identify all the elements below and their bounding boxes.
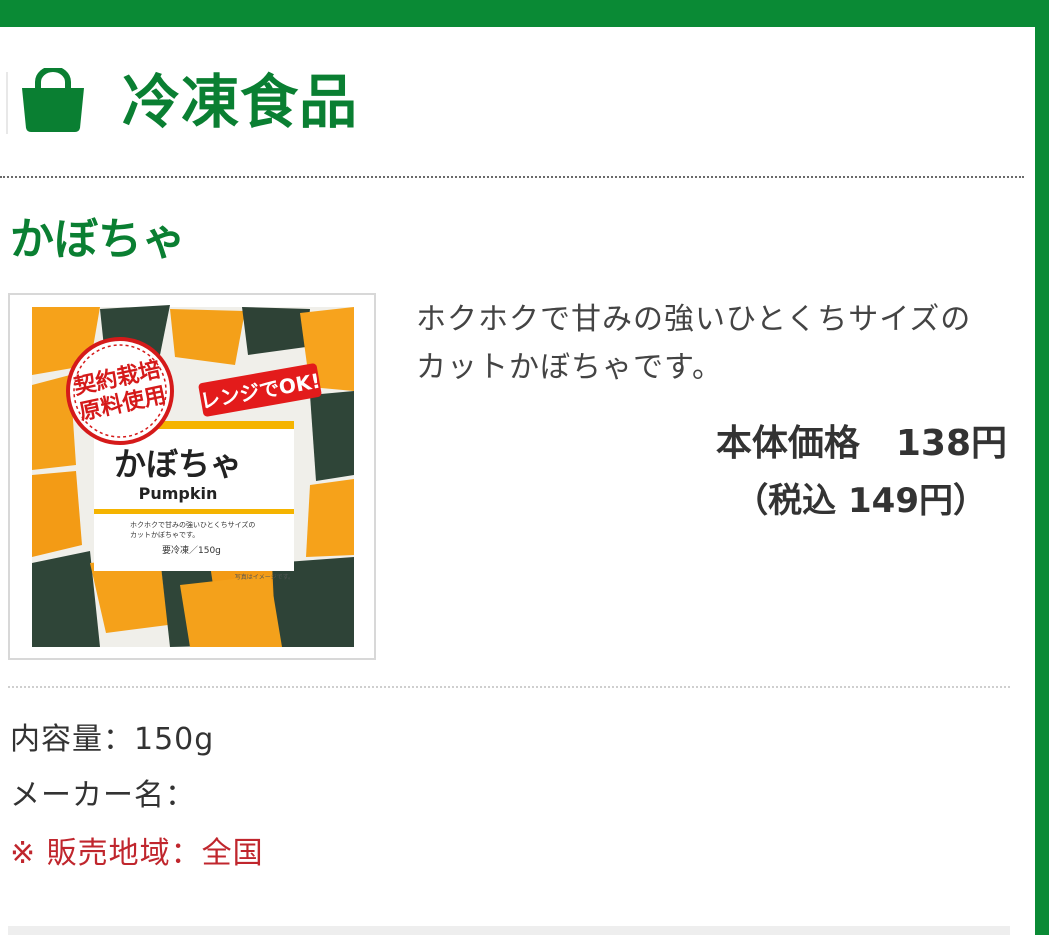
spec-maker-name: メーカー名： [10, 778, 196, 813]
spec-divider [8, 686, 1010, 688]
spec-content-amount: 内容量：150g [10, 722, 215, 757]
description-line-2: カットかぼちゃです。 [416, 350, 723, 385]
price-main: 本体価格 138円 [715, 423, 1007, 464]
package-weight: 要冷凍／150g [162, 544, 221, 556]
product-name: かぼちゃ [10, 214, 186, 265]
price-tax-included: （税込 149円） [734, 481, 987, 521]
header-divider [0, 176, 1024, 178]
product-image: かぼちゃ Pumpkin ホクホクで甘みの強いひとくちサイズの カットかぼちゃで… [8, 293, 376, 660]
package-name-ja: かぼちゃ [114, 445, 242, 483]
description-line-1: ホクホクで甘みの強いひとくちサイズの [416, 302, 972, 337]
right-green-bar [1035, 27, 1049, 935]
package-tagline-line1: ホクホクで甘みの強いひとくちサイズの [130, 520, 255, 529]
top-green-bar [0, 0, 1049, 27]
product-description: ホクホクで甘みの強いひとくちサイズの カットかぼちゃです。 [416, 296, 1016, 392]
spec-sales-area: ※ 販売地域：全国 [10, 836, 264, 871]
category-header: 冷凍食品 [0, 62, 1030, 152]
header-edge-divider [6, 72, 8, 134]
shopping-bag-icon [22, 68, 84, 132]
next-section-strip [8, 926, 1010, 935]
package-note: 写真はイメージです。 [235, 573, 294, 581]
package-name-en: Pumpkin [139, 484, 218, 503]
category-title: 冷凍食品 [122, 68, 359, 136]
package-tagline-line2: カットかぼちゃです。 [130, 531, 199, 539]
